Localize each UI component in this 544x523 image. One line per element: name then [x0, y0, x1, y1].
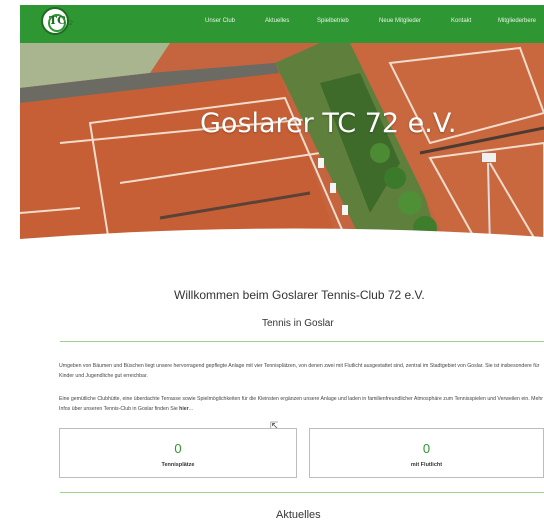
tennis-courts-photo: [20, 43, 544, 248]
hero-banner: Goslarer TC 72 e.V.: [20, 43, 544, 248]
welcome-heading: Willkommen beim Goslarer Tennis-Club 72 …: [174, 288, 425, 302]
stat-label-courts: Tennisplätze: [161, 462, 195, 468]
section-divider-bottom: [60, 492, 544, 493]
nav-item-mitgliederbereich[interactable]: Mitgliederbere: [498, 18, 536, 24]
hier-link[interactable]: hier: [179, 406, 189, 412]
nav-item-neue-mitglieder[interactable]: Neue Mitglieder: [379, 18, 421, 24]
paragraph-2-text: Eine gemütliche Clubhütte, eine überdach…: [59, 396, 543, 412]
hero-title: Goslarer TC 72 e.V.: [200, 108, 457, 139]
section-divider-top: [60, 341, 544, 342]
top-navbar: [20, 5, 544, 43]
stat-box-courts: 0 Tennisplätze: [59, 428, 297, 478]
nav-item-aktuelles[interactable]: Aktuelles: [265, 18, 289, 24]
nav-item-kontakt[interactable]: Kontakt: [451, 18, 471, 24]
club-logo[interactable]: TC 72: [41, 7, 73, 35]
intro-paragraph-2: Eine gemütliche Clubhütte, eine überdach…: [59, 395, 544, 414]
paragraph-2-ellipsis: ...: [188, 405, 193, 412]
stat-box-floodlight: 0 mit Flutlicht: [309, 428, 544, 478]
logo-number: 72: [66, 21, 73, 27]
nav-item-unser-club[interactable]: Unser Club: [205, 18, 235, 24]
stat-label-floodlight: mit Flutlicht: [410, 462, 443, 468]
news-heading: Aktuelles: [276, 509, 321, 521]
intro-paragraph-1: Umgeben von Bäumen und Büschen liegt uns…: [59, 363, 540, 379]
logo-text: TC: [49, 14, 66, 27]
tennis-in-goslar-subtitle: Tennis in Goslar: [262, 318, 334, 329]
nav-item-spielbetrieb[interactable]: Spielbetrieb: [317, 18, 349, 24]
page-margin: [0, 0, 20, 523]
stat-value-courts: 0: [174, 441, 182, 456]
stat-value-floodlight: 0: [422, 441, 431, 456]
